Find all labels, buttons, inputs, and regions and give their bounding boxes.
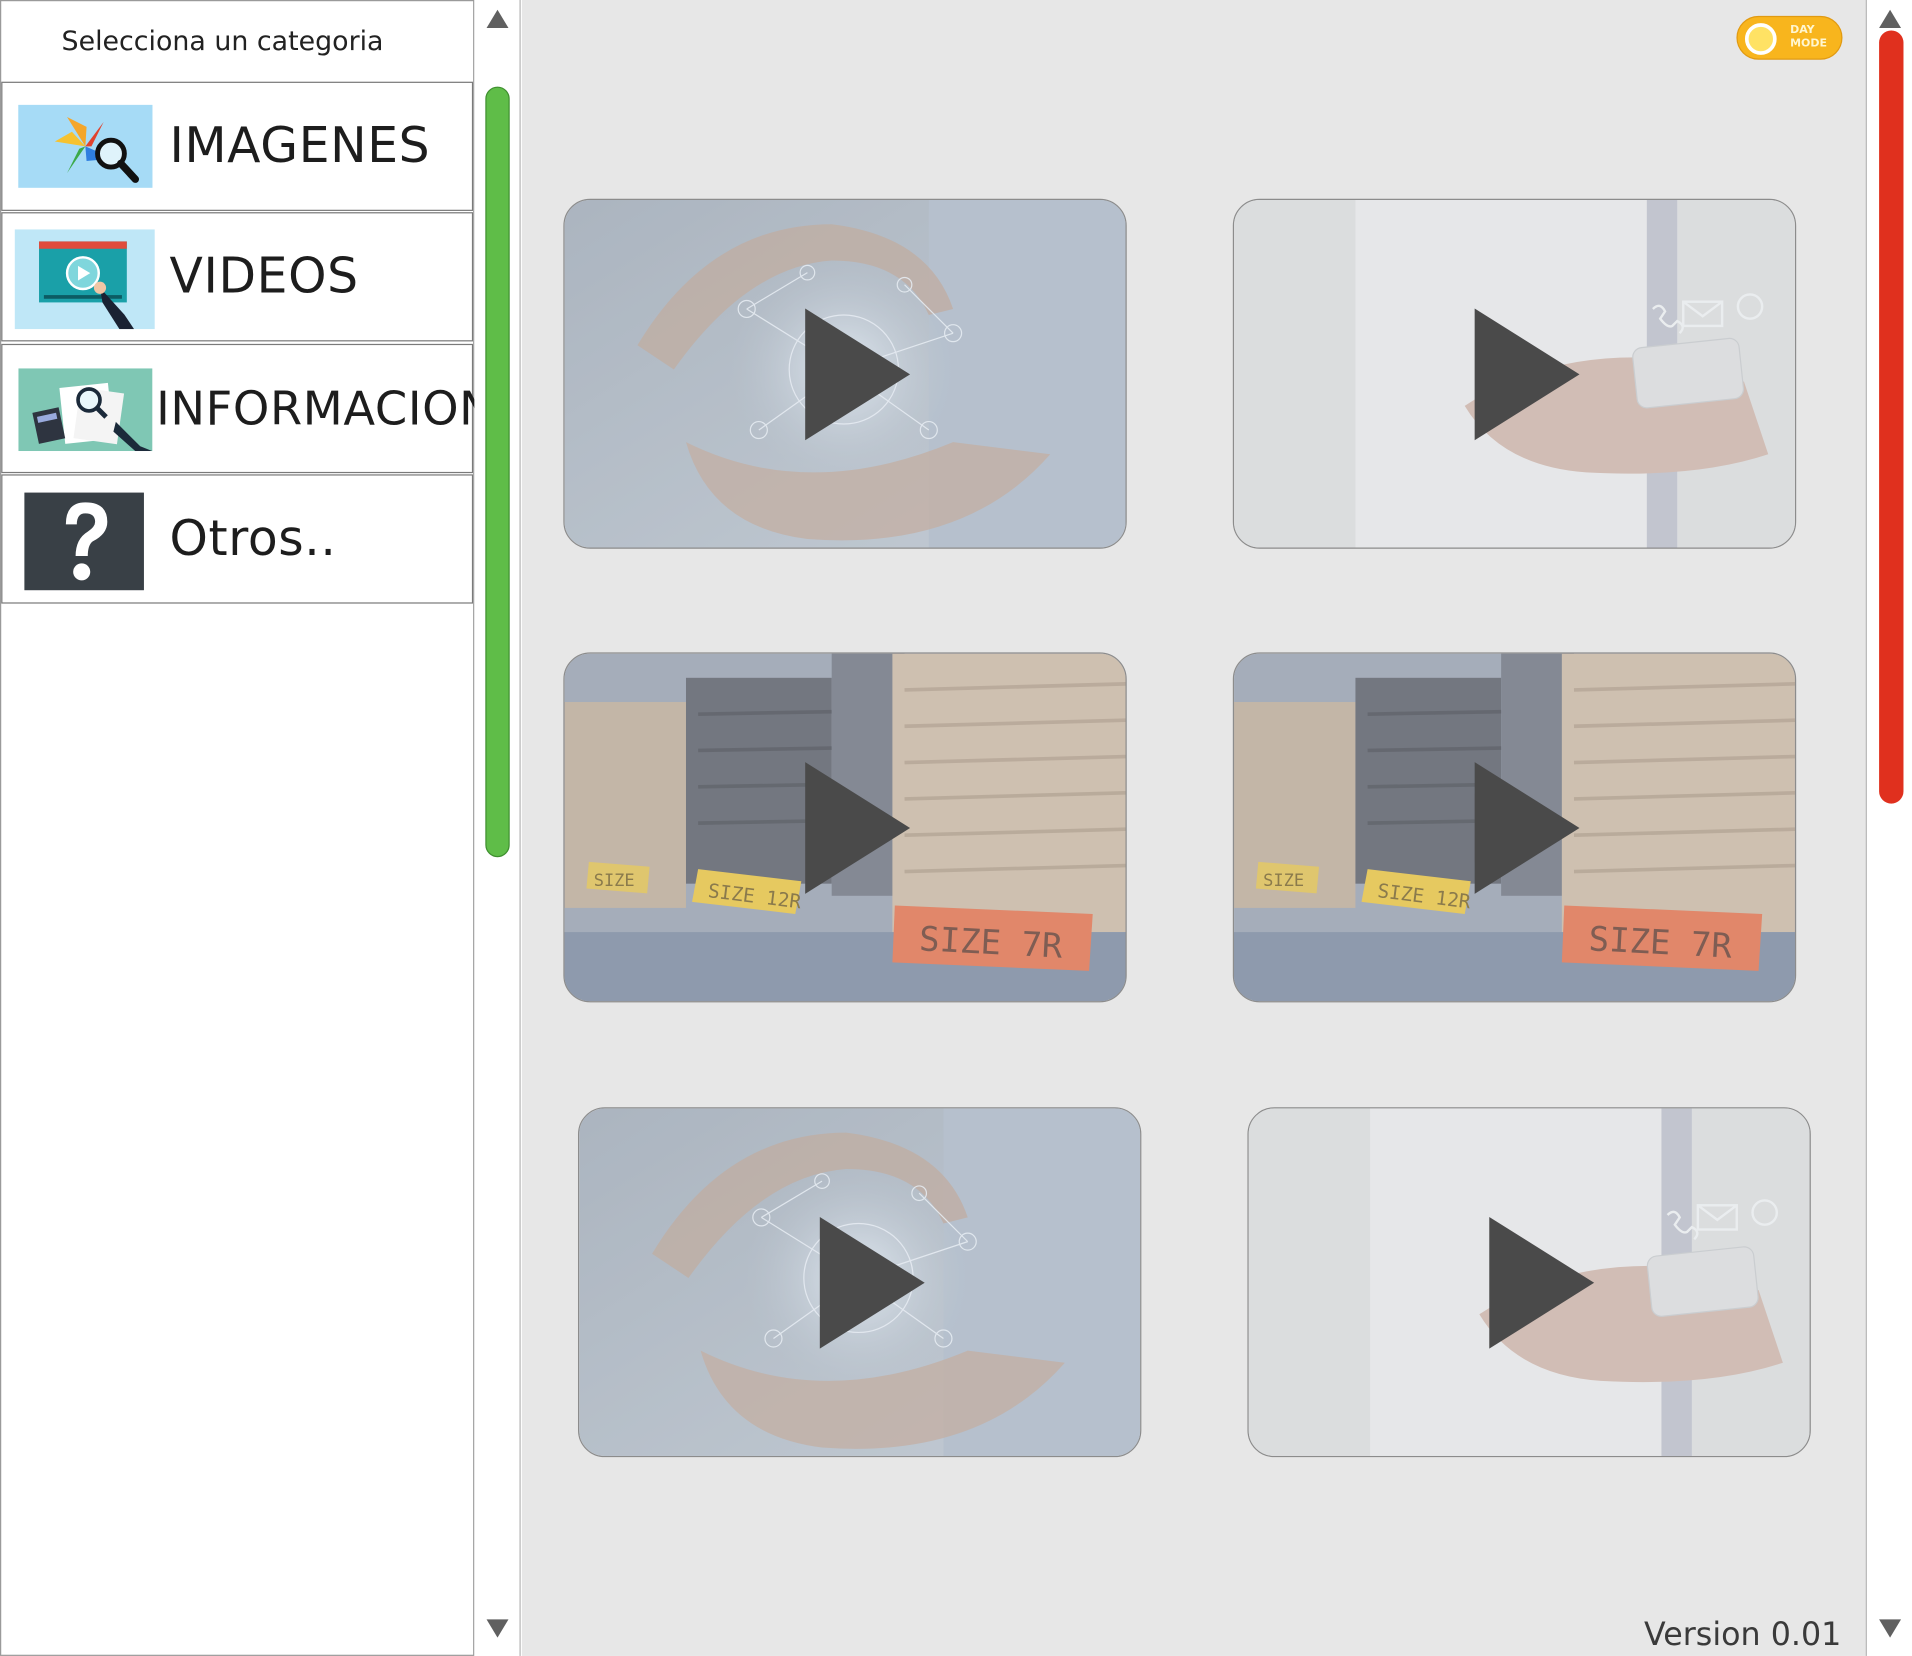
toggle-label-line2: MODE	[1790, 37, 1827, 50]
version-label: Version 0.01	[1644, 1616, 1842, 1654]
photos-search-icon	[18, 104, 153, 188]
category-sidebar: Selecciona un categoria IMAGENES VIDEOS …	[0, 0, 494, 1656]
play-icon[interactable]	[819, 1216, 925, 1349]
main-scrollbar[interactable]	[1865, 0, 1912, 1656]
category-label: VIDEOS	[169, 248, 359, 305]
toggle-label-line1: DAY	[1790, 24, 1815, 37]
video-thumbnail[interactable]	[1232, 198, 1797, 549]
documents-magnifier-icon	[18, 368, 153, 452]
play-icon[interactable]	[1489, 1216, 1595, 1349]
category-imagenes[interactable]: IMAGENES	[1, 81, 474, 211]
video-player-icon	[14, 229, 155, 330]
play-icon[interactable]	[805, 761, 911, 894]
category-informacion[interactable]: INFORMACION	[1, 343, 494, 474]
play-icon[interactable]	[805, 307, 911, 440]
video-thumbnail[interactable]	[563, 198, 1127, 549]
video-thumbnail[interactable]: SIZE 7R SIZE 12R SIZE	[563, 652, 1127, 1003]
play-icon[interactable]	[1474, 307, 1580, 440]
scroll-up-arrow-icon[interactable]	[485, 9, 508, 29]
main-scroll-thumb[interactable]	[1879, 30, 1904, 804]
day-mode-toggle[interactable]: DAY MODE	[1736, 15, 1843, 60]
scroll-down-arrow-icon[interactable]	[1878, 1619, 1901, 1638]
video-thumbnail[interactable]	[577, 1107, 1142, 1458]
sidebar-scroll-thumb[interactable]	[485, 86, 510, 858]
sidebar-header: Selecciona un categoria	[61, 26, 384, 57]
sun-icon	[1744, 23, 1777, 55]
sidebar-scrollbar[interactable]	[474, 0, 521, 1656]
category-label: INFORMACION	[156, 381, 495, 436]
scroll-up-arrow-icon[interactable]	[1878, 9, 1901, 29]
category-label: Otros..	[169, 510, 337, 568]
video-thumbnail[interactable]: SIZE 7R SIZE 12R SIZE	[1232, 652, 1797, 1003]
category-otros[interactable]: Otros..	[1, 474, 474, 604]
video-thumbnail[interactable]	[1247, 1107, 1811, 1458]
question-mark-icon	[24, 492, 144, 591]
category-label: IMAGENES	[169, 118, 431, 175]
play-icon[interactable]	[1474, 761, 1580, 894]
scroll-down-arrow-icon[interactable]	[485, 1619, 508, 1638]
video-gallery: DAY MODE SIZE 7R SIZE 12R SIZE SIZE 7R S…	[521, 0, 1866, 1656]
category-videos[interactable]: VIDEOS	[1, 212, 474, 342]
